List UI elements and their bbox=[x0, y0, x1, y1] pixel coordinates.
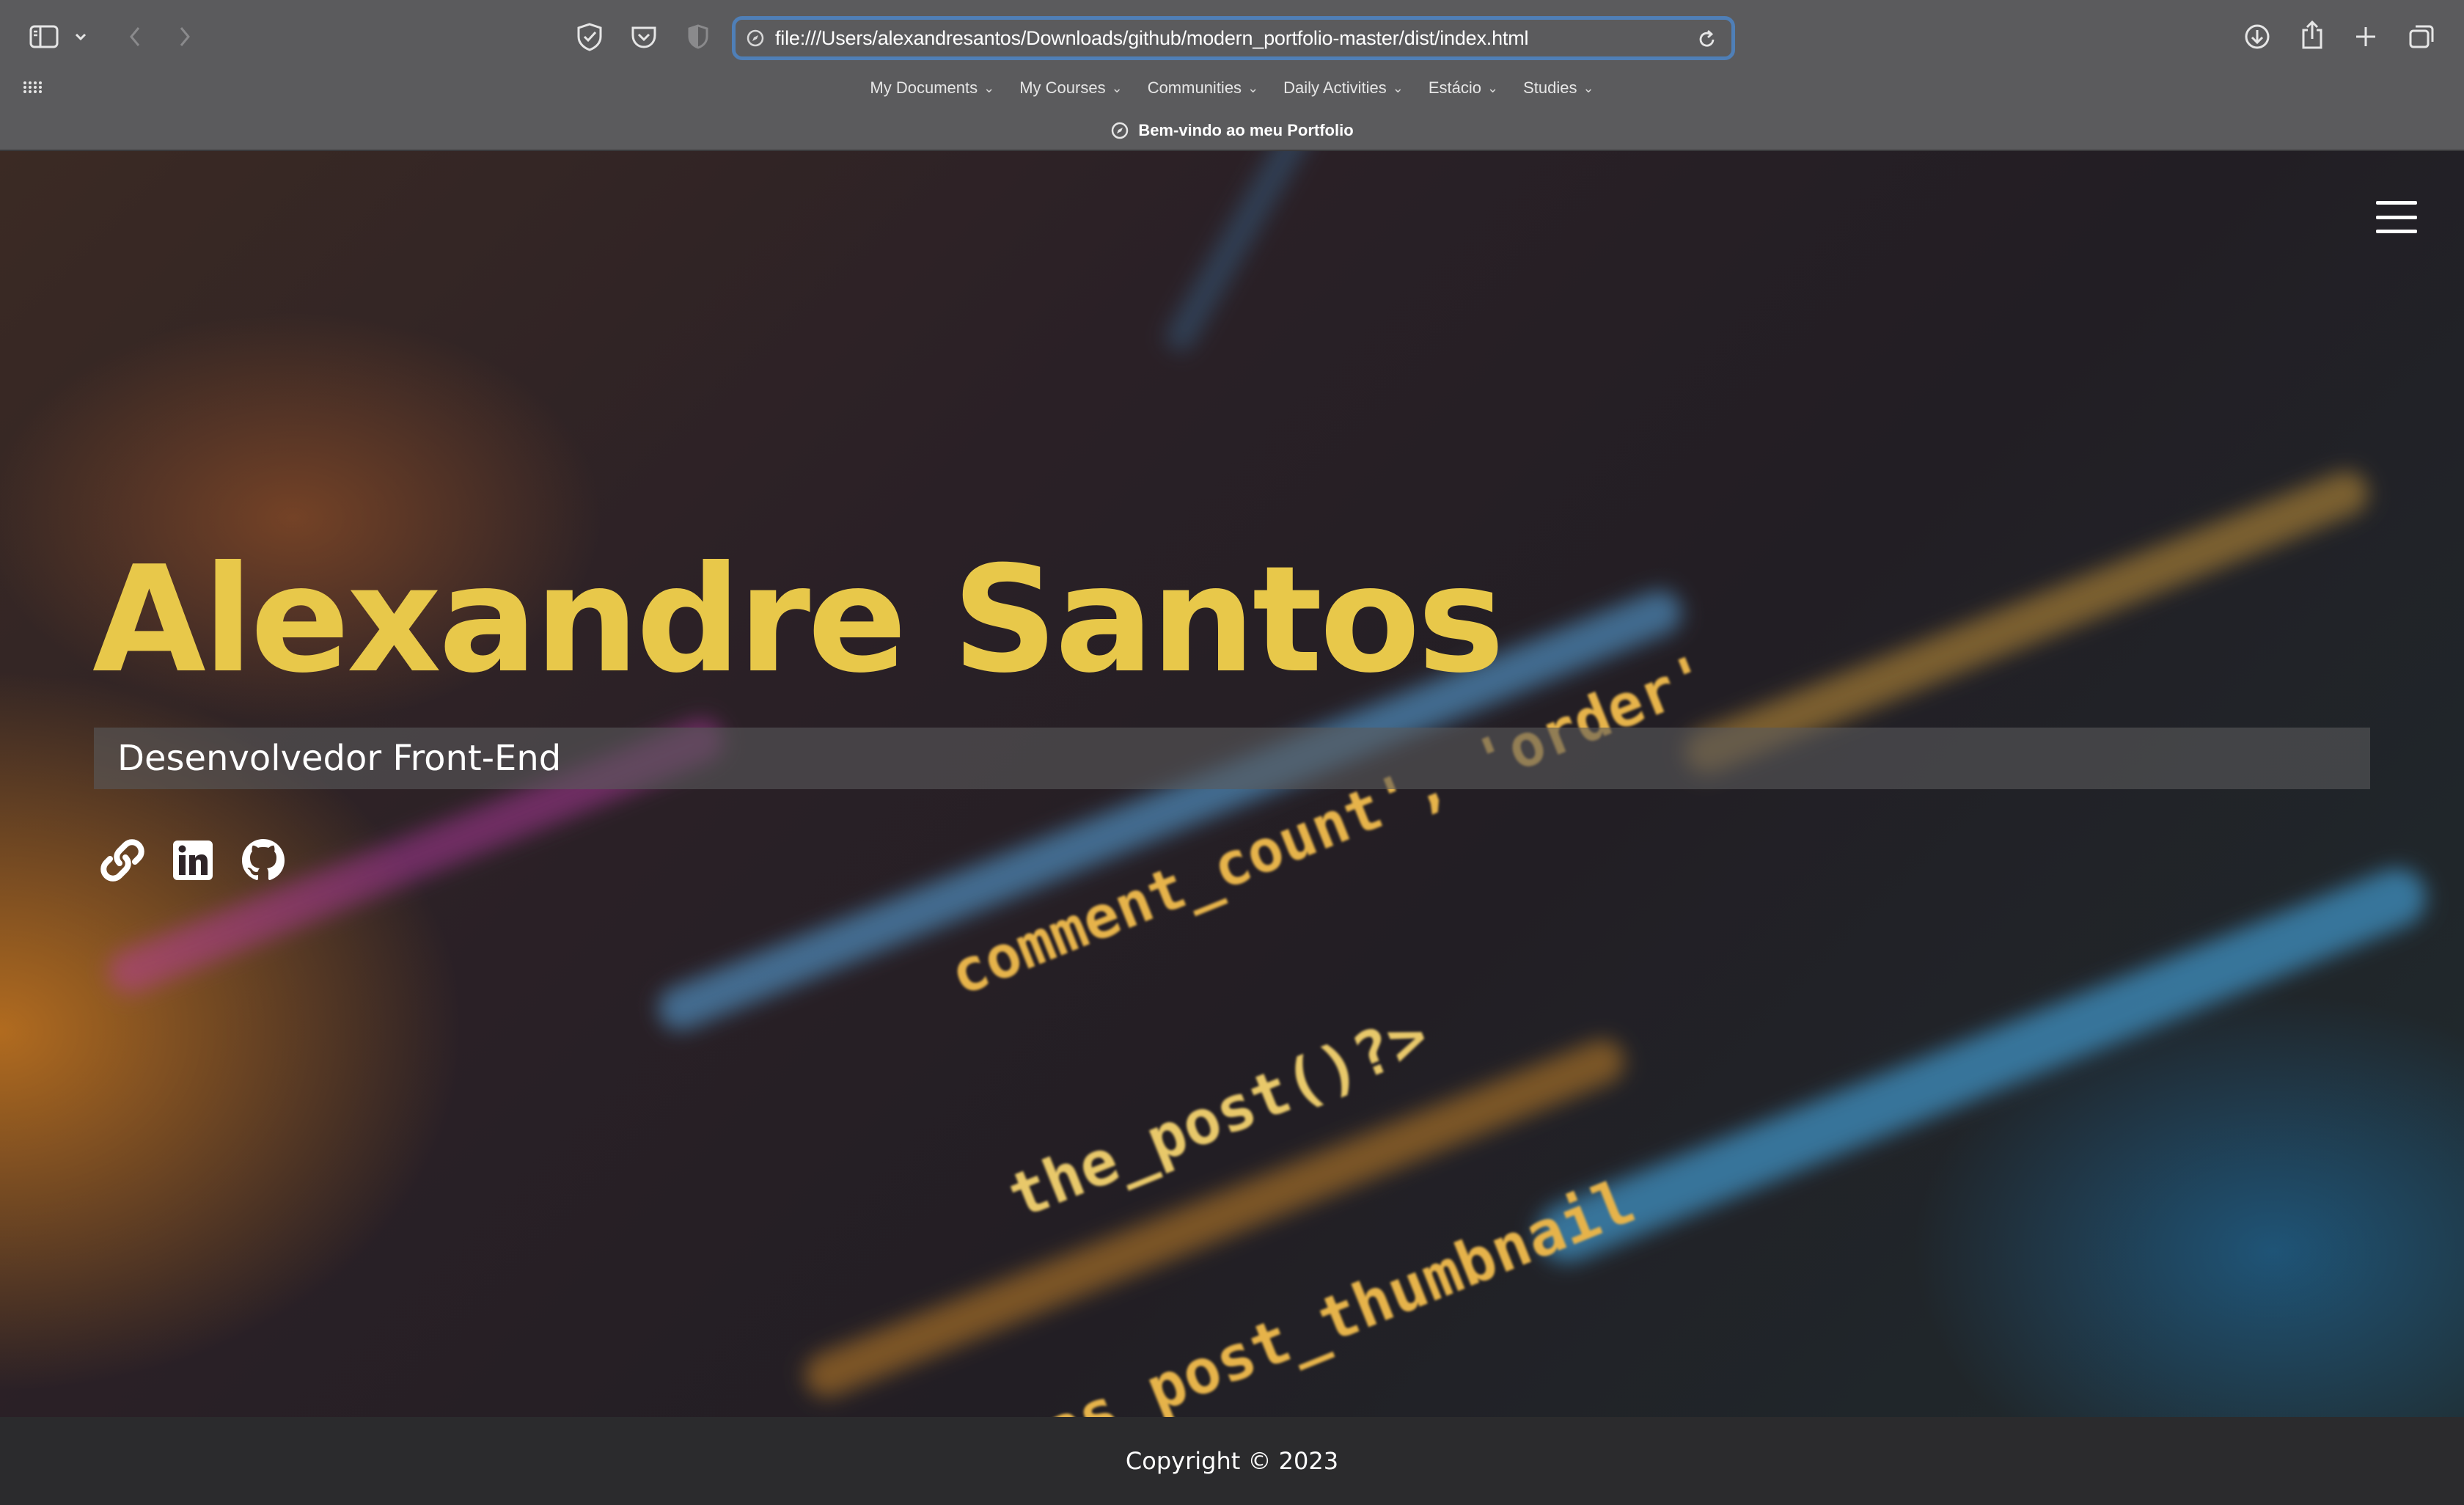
tabs-overview-icon[interactable] bbox=[2405, 22, 2438, 51]
chevron-down-icon: ⌄ bbox=[1392, 80, 1404, 95]
bookmark-label: Communities bbox=[1147, 78, 1242, 97]
active-tab[interactable]: Bem-vindo ao meu Portfolio bbox=[0, 116, 2464, 145]
footer: Copyright © 2023 bbox=[0, 1417, 2464, 1505]
pocket-icon[interactable] bbox=[628, 21, 660, 53]
chevron-down-icon: ⌄ bbox=[1583, 80, 1594, 95]
tab-title: Bem-vindo ao meu Portfolio bbox=[1138, 121, 1354, 139]
bookmark-my-documents[interactable]: My Documents ⌄ bbox=[870, 78, 994, 98]
half-shield-icon[interactable] bbox=[683, 22, 713, 51]
subtitle: Desenvolvedor Front-End bbox=[117, 738, 562, 779]
copyright-text: Copyright © 2023 bbox=[1125, 1447, 1339, 1475]
background-streak bbox=[1160, 151, 1517, 356]
bookmark-label: My Courses bbox=[1019, 78, 1106, 97]
subtitle-bar: Desenvolvedor Front-End bbox=[94, 728, 2370, 789]
page-title: Alexandre Santos bbox=[92, 535, 1505, 706]
download-icon[interactable] bbox=[2241, 21, 2273, 53]
share-icon[interactable] bbox=[2297, 18, 2328, 53]
bookmark-studies[interactable]: Studies ⌄ bbox=[1523, 78, 1594, 98]
url-text[interactable]: file:///Users/alexandresantos/Downloads/… bbox=[775, 27, 1529, 50]
bookmark-daily-activities[interactable]: Daily Activities ⌄ bbox=[1283, 78, 1404, 98]
chevron-down-icon: ⌄ bbox=[1487, 80, 1499, 95]
chevron-down-icon[interactable] bbox=[72, 28, 89, 45]
linkedin-icon[interactable] bbox=[169, 836, 217, 885]
address-bar[interactable]: file:///Users/alexandresantos/Downloads/… bbox=[732, 16, 1735, 60]
bookmarks-bar: My Documents ⌄ My Courses ⌄ Communities ⌄ D… bbox=[0, 73, 2464, 103]
bookmark-estacio[interactable]: Estácio ⌄ bbox=[1429, 78, 1498, 98]
compass-icon bbox=[1110, 121, 1129, 140]
github-icon[interactable] bbox=[239, 836, 287, 885]
link-icon[interactable] bbox=[98, 836, 147, 885]
chevron-right-icon[interactable] bbox=[172, 22, 198, 51]
chevron-left-icon[interactable] bbox=[122, 22, 148, 51]
chevron-down-icon: ⌄ bbox=[1111, 80, 1123, 95]
bookmark-label: Estácio bbox=[1428, 78, 1481, 97]
bookmark-communities[interactable]: Communities ⌄ bbox=[1148, 78, 1258, 98]
reload-icon[interactable] bbox=[1693, 24, 1721, 54]
hero-section: comment_count', 'order' the_post()?> has… bbox=[0, 151, 2464, 1417]
plus-icon[interactable] bbox=[2351, 22, 2380, 51]
bookmark-label: My Documents bbox=[870, 78, 978, 97]
shield-check-icon[interactable] bbox=[573, 21, 606, 53]
menu-icon[interactable] bbox=[2376, 201, 2417, 233]
background-streak bbox=[1529, 859, 2435, 1272]
sidebar-icon[interactable] bbox=[28, 22, 60, 51]
social-links bbox=[98, 836, 287, 885]
browser-toolbar: file:///Users/alexandresantos/Downloads/… bbox=[0, 0, 2464, 151]
bookmark-my-courses[interactable]: My Courses ⌄ bbox=[1019, 78, 1122, 98]
compass-icon bbox=[746, 29, 765, 48]
bookmark-label: Daily Activities bbox=[1283, 78, 1387, 97]
bookmark-label: Studies bbox=[1523, 78, 1577, 97]
chevron-down-icon: ⌄ bbox=[1247, 80, 1259, 95]
chevron-down-icon: ⌄ bbox=[983, 80, 995, 95]
